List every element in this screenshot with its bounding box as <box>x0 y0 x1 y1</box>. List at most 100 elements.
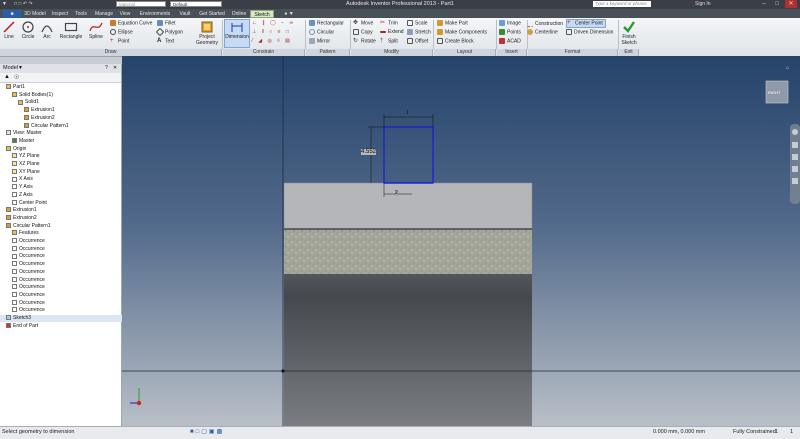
tree-node[interactable]: End of Part <box>6 323 38 330</box>
orbit-icon[interactable] <box>792 166 798 172</box>
sketch-rectangle[interactable] <box>383 126 434 184</box>
polygon-button[interactable]: Polygon <box>155 27 183 37</box>
tree-node[interactable]: Occurrence <box>12 292 45 299</box>
tree-node[interactable]: Occurrence <box>12 300 45 307</box>
make-part-button[interactable]: Make Part <box>437 20 468 27</box>
tree-node[interactable]: Occurrence <box>12 269 45 276</box>
equation-curve-button[interactable]: Equation Curve <box>110 20 152 27</box>
dim-top-value[interactable]: 1 <box>406 110 409 116</box>
ribbon-options[interactable]: ● ▼ <box>277 10 301 18</box>
project-geometry-button[interactable]: Project Geometry <box>193 20 221 48</box>
tree-node[interactable]: Z Axis <box>12 192 33 199</box>
tree-node[interactable]: Solid Bodies(1) <box>12 92 53 99</box>
tree-node[interactable]: Extrusion2 <box>24 115 55 122</box>
finish-sketch-button[interactable]: Finish Sketch <box>620 20 638 48</box>
exit-panel-label[interactable]: Exit <box>619 49 639 56</box>
tree-node[interactable]: Master <box>12 138 34 145</box>
origin-point[interactable] <box>281 369 285 373</box>
fillet-button[interactable]: Fillet <box>157 20 176 27</box>
draw-panel-label[interactable]: Draw <box>0 49 222 56</box>
tree-node[interactable]: Sketch3 <box>0 315 127 322</box>
filter-icon[interactable]: ▲ <box>4 74 10 80</box>
create-block-button[interactable]: Create Block <box>437 38 474 45</box>
tree-node[interactable]: XZ Plane <box>12 161 40 168</box>
steering-wheel-icon[interactable] <box>792 129 798 135</box>
viewport-canvas[interactable] <box>122 56 800 426</box>
image-button[interactable]: Image <box>499 20 521 27</box>
tree-node[interactable]: Features <box>12 230 39 237</box>
dim-bottom-value[interactable]: 2 <box>395 190 398 196</box>
layout-panel-label[interactable]: Layout <box>434 49 496 56</box>
tree-node[interactable]: Extrusion1 <box>24 107 55 114</box>
move-button[interactable]: ✥ Move <box>353 20 373 27</box>
scale-button[interactable]: Scale <box>407 20 428 27</box>
tree-node[interactable]: Extrusion2 <box>6 215 37 222</box>
split-button[interactable]: † Split <box>380 38 398 45</box>
offset-button[interactable]: Offset <box>407 38 428 45</box>
tree-node[interactable]: Y Axis <box>12 184 33 191</box>
center-point-button[interactable]: + Center Point <box>566 19 606 28</box>
make-components-button[interactable]: Make Components <box>437 29 487 36</box>
rectangular-pattern-button[interactable]: Rectangular <box>309 20 344 27</box>
graphics-viewport[interactable]: 4.552 1 2 RIGHT ⌂ <box>122 56 800 426</box>
tree-node[interactable]: XY Plane <box>12 169 40 176</box>
tree-node[interactable]: YZ Plane <box>12 153 40 160</box>
tree-node[interactable]: Occurrence <box>12 307 45 314</box>
browser-help-icon[interactable]: ? <box>105 65 108 71</box>
search-input[interactable]: Type a keyword or phrase <box>593 1 651 7</box>
tab-get-started[interactable]: Get Started <box>196 10 228 18</box>
pan-icon[interactable] <box>792 142 798 148</box>
extend-button[interactable]: Extend <box>380 29 404 36</box>
trim-button[interactable]: ✂ Trim <box>380 20 398 27</box>
tab-view[interactable]: View <box>118 10 132 18</box>
constraint-icons-row1[interactable]: ∟ ∥ ◯ − ∞ <box>252 20 302 27</box>
tab-tools[interactable]: Tools <box>72 10 90 18</box>
tree-node[interactable]: Center Point <box>12 200 47 207</box>
rectangle-button[interactable]: Rectangle <box>57 20 85 48</box>
circular-pattern-button[interactable]: Circular <box>309 29 334 36</box>
constraint-icons-row2[interactable]: ⊥ ‖ ○ ≡ □ <box>252 29 302 36</box>
sign-in-link[interactable]: Sign In <box>695 1 711 7</box>
dimension-button[interactable]: Dimension <box>224 19 250 48</box>
find-icon[interactable]: ☉ <box>14 74 19 81</box>
tab-3d-model[interactable]: 3D Model <box>22 10 48 18</box>
browser-title[interactable]: Model <box>3 65 18 71</box>
view-cube-face-label[interactable]: RIGHT <box>768 90 780 95</box>
tree-node[interactable]: Extrusion1 <box>6 207 37 214</box>
constraint-icons-row3[interactable]: ⁄ ◢ ◎ ◊ ▤ <box>252 38 302 45</box>
constrain-panel-label[interactable]: Constrain <box>223 49 305 56</box>
tree-node[interactable]: Origin <box>6 146 26 153</box>
tree-node[interactable]: Solid1 <box>18 99 39 106</box>
tab-sketch[interactable]: Sketch <box>250 10 274 18</box>
tab-environments[interactable]: Environments <box>135 10 175 18</box>
app-button[interactable]: ■ <box>3 10 21 18</box>
format-panel-label[interactable]: Format <box>528 49 618 56</box>
tree-node[interactable]: X Axis <box>12 176 33 183</box>
driven-dimension-button[interactable]: Driven Dimension <box>566 29 613 36</box>
centerline-button[interactable]: Centerline <box>527 29 558 36</box>
tree-node[interactable]: Occurrence <box>12 253 45 260</box>
dim-vertical-value[interactable]: 4.552 <box>361 149 377 155</box>
tab-manage[interactable]: Manage <box>92 10 116 18</box>
tree-node[interactable]: Circular Pattern1 <box>6 223 51 230</box>
zoom-icon[interactable] <box>792 154 798 160</box>
stretch-button[interactable]: Stretch <box>407 29 431 36</box>
tab-vault[interactable]: Vault <box>177 10 193 18</box>
point-button[interactable]: + Point <box>110 38 129 45</box>
copy-button[interactable]: Copy <box>353 29 373 36</box>
browser-close-icon[interactable]: ✕ <box>113 65 117 71</box>
arc-button[interactable]: Arc <box>39 20 55 48</box>
close-icon[interactable]: ✕ <box>785 0 797 8</box>
insert-panel-label[interactable]: Insert <box>497 49 527 56</box>
tree-node[interactable]: Occurrence <box>12 277 45 284</box>
tree-node[interactable]: View: Master <box>6 130 42 137</box>
restore-icon[interactable]: □ <box>771 0 783 8</box>
rotate-button[interactable]: ↻ Rotate <box>353 38 376 45</box>
line-button[interactable]: Line <box>0 20 18 48</box>
navigation-bar[interactable] <box>790 124 800 204</box>
spline-button[interactable]: Spline <box>87 20 105 48</box>
modify-panel-label[interactable]: Modify <box>351 49 433 56</box>
tree-node[interactable]: Occurrence <box>12 238 45 245</box>
text-button[interactable]: A Text <box>157 38 174 45</box>
tree-node[interactable]: Occurrence <box>12 261 45 268</box>
